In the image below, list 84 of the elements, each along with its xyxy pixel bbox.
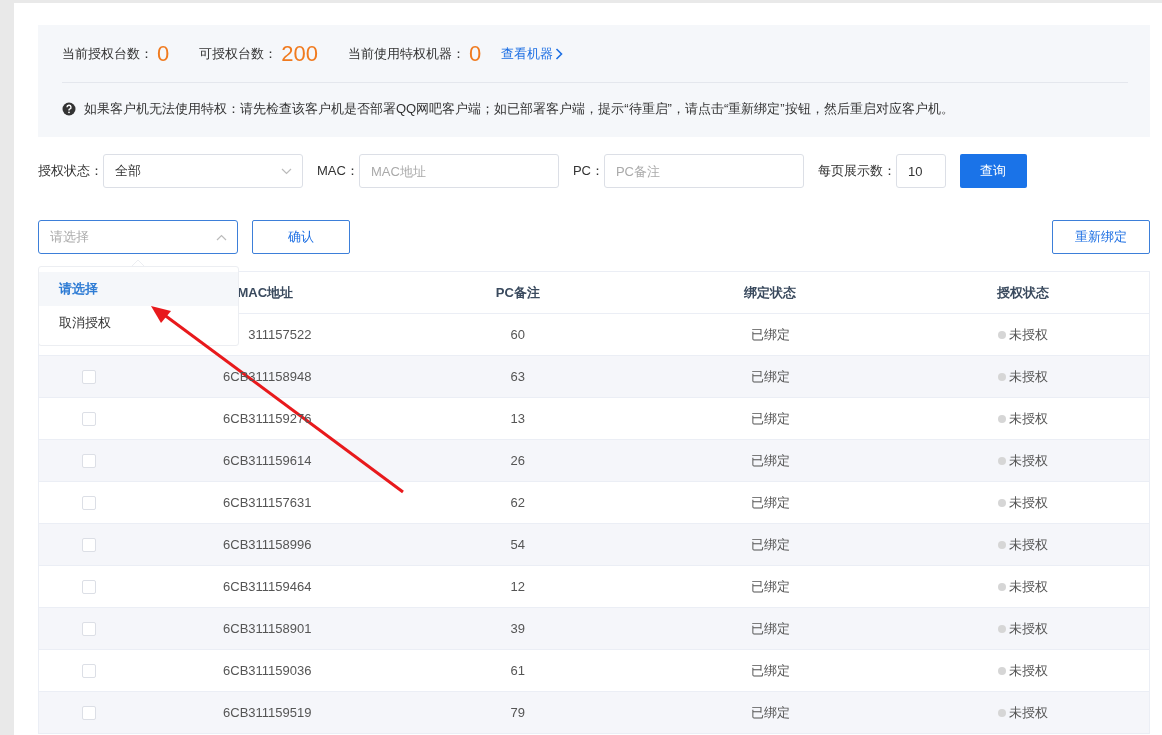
table-cell-text: 12 [509,579,526,594]
table-cell-text: 已绑定 [749,535,791,554]
page-size-field[interactable]: 10 [895,154,946,188]
chevron-right-icon [555,47,564,60]
chevron-down-icon [281,167,292,175]
table-cell-text: 6CB311159036 [222,663,313,678]
stat-value: 0 [157,40,170,67]
filter-label: 授权状态： [38,162,103,180]
filter-label: MAC： [317,162,359,180]
status-dot [997,540,1006,549]
row-checkbox[interactable] [82,495,96,510]
filter-label: 每页展示数： [817,162,896,180]
menu-item[interactable]: 请选择 [39,272,238,306]
column-header: 绑定状态 [743,283,798,302]
status-dot [997,498,1006,507]
view-machines-link[interactable]: 查看机器 [501,44,564,63]
row-checkbox[interactable] [82,453,96,468]
notice-text: 如果客户机无法使用特权：请先检查该客户机是否部署QQ网吧客户端；如已部署客户端，提示“待重启”，请点击“重新绑定”按钮，然后重启对应客户机。 [84,100,954,118]
table-cell-text: 已绑定 [749,619,791,638]
table-cell-text: 6CB311159464 [222,579,313,594]
auth-status: 未授权 [896,325,1149,344]
table-cell-text: 已绑定 [749,661,791,680]
chevron-up-icon [216,233,227,241]
auth-status: 未授权 [896,367,1149,386]
table-cell-text: 已绑定 [749,325,791,344]
status-dot [997,456,1006,465]
table-cell-text: 60 [509,327,526,342]
status-dot [997,624,1006,633]
table-cell-text: 已绑定 [749,367,791,386]
auth-status: 未授权 [896,577,1149,596]
table-cell-text: 6CB311158901 [222,621,313,636]
pc-note-field[interactable]: PC备注 [603,154,804,188]
table-cell-text: 54 [509,537,526,552]
status-dot [997,666,1006,675]
row-checkbox[interactable] [82,705,96,720]
table-cell-text: 6CB311157631 [222,495,313,510]
stat-label: 可授权台数： [199,44,278,63]
help-icon [62,102,76,116]
table-cell-text: 39 [509,621,526,636]
auth-status: 未授权 [896,703,1149,722]
auth-status: 未授权 [896,535,1149,554]
table-cell-text: 63 [509,369,526,384]
table-cell-text: 6CB311159519 [222,705,313,720]
auth-status: 未授权 [896,493,1149,512]
stat-value: 0 [468,40,482,67]
table-cell-text: 已绑定 [749,493,791,512]
row-checkbox[interactable] [82,411,96,426]
table-cell-text: 13 [509,411,526,426]
confirm-button[interactable]: 确认 [252,220,350,254]
stat-label: 当前使用特权机器： [347,44,465,63]
status-dot [997,372,1006,381]
row-checkbox[interactable] [82,621,96,636]
auth-status: 未授权 [896,619,1149,638]
table-cell-text: 已绑定 [749,703,791,722]
table-cell-text: 已绑定 [749,409,791,428]
table-cell-text: 61 [509,663,526,678]
table-cell-text: 79 [509,705,526,720]
table-cell-text: 26 [509,453,526,468]
stat-value: 200 [281,40,318,67]
row-checkbox[interactable] [82,579,96,594]
table-cell-text: 6CB311158996 [222,537,313,552]
status-dot [997,330,1006,339]
stat-label: 当前授权台数： [62,44,153,63]
column-header: PC备注 [494,283,541,302]
mac-field[interactable]: MAC地址 [358,154,559,188]
query-button[interactable]: 查询 [959,154,1027,188]
auth-status: 未授权 [896,451,1149,470]
auth-status: 未授权 [896,409,1149,428]
table-cell-text: 311157522 [247,327,313,342]
status-dot [997,708,1006,717]
table-cell-text: 已绑定 [749,577,791,596]
row-checkbox[interactable] [82,663,96,678]
status-select[interactable]: 全部 [103,154,303,188]
column-header: 授权状态 [995,283,1050,302]
row-checkbox[interactable] [82,537,96,552]
table-cell-text: 6CB311159614 [222,453,313,468]
filter-label: PC： [572,162,604,180]
row-checkbox[interactable] [82,369,96,384]
table-cell-text: 62 [509,495,526,510]
auth-status: 未授权 [896,661,1149,680]
table-cell-text: 已绑定 [749,451,791,470]
rebind-button[interactable]: 重新绑定 [1052,220,1150,254]
status-dot [997,414,1006,423]
status-dot [997,582,1006,591]
